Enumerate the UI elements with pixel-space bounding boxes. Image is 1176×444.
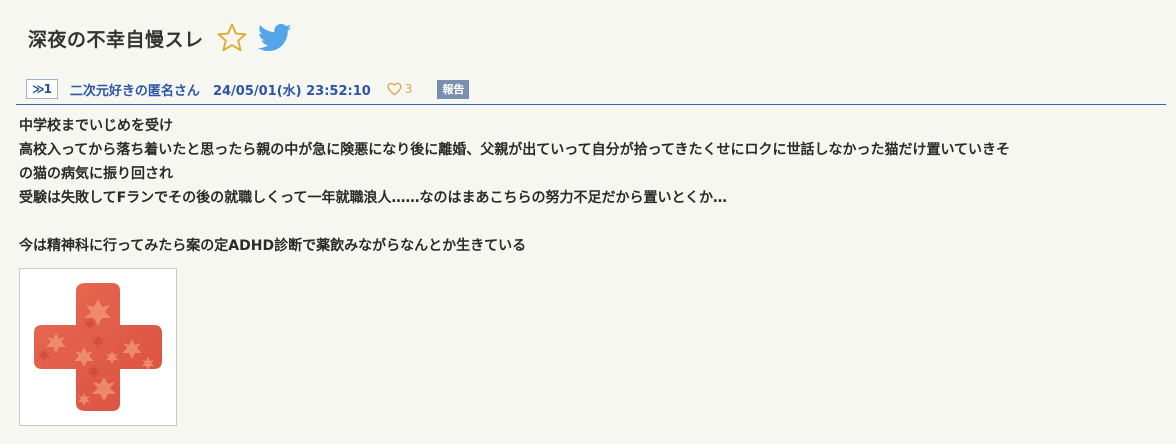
post-line: 高校入ってから落ち着いたと思ったら親の中が急に険悪になり後に離婚、父親が出ていっ… <box>19 142 1011 158</box>
star-icon[interactable] <box>216 22 248 54</box>
post-datetime: 24/05/01(水) 23:52:10 <box>212 83 371 99</box>
post-divider <box>16 104 1166 105</box>
post-line: 中学校までいじめを受け <box>19 118 173 134</box>
post-header: ≫ 1 二次元好きの匿名さん 24/05/01(水) 23:52:10 3 報告 <box>26 76 1166 102</box>
post-line: の猫の病気に振り回され <box>19 166 173 182</box>
twitter-icon[interactable] <box>257 23 292 53</box>
red-cross-icon <box>34 283 162 411</box>
post-author[interactable]: 二次元好きの匿名さん <box>70 80 200 99</box>
like-count: 3 <box>404 82 413 96</box>
post-body: 中学校までいじめを受け 高校入ってから落ち着いたと思ったら親の中が急に険悪になり… <box>19 114 1169 258</box>
thread-title: 深夜の不幸自慢スレ <box>28 28 204 51</box>
thread-page: 深夜の不幸自慢スレ ≫ 1 二次元好きの匿名さん 24/05/01(水) 23:… <box>0 0 1176 444</box>
reply-arrows-icon: ≫ <box>32 82 44 96</box>
post-line <box>19 210 1169 234</box>
post-image-thumbnail[interactable] <box>19 268 177 426</box>
post-number: 1 <box>43 82 52 96</box>
post-number-button[interactable]: ≫ 1 <box>26 79 58 99</box>
post-line: 今は精神科に行ってみたら案の定ADHD診断で薬飲みながらなんとか生きている <box>19 238 527 254</box>
like-button[interactable]: 3 <box>387 82 413 96</box>
title-row: 深夜の不幸自慢スレ <box>28 18 292 58</box>
heart-icon <box>387 82 402 96</box>
report-button[interactable]: 報告 <box>437 79 470 99</box>
post-line: 受験は失敗してFランでその後の就職しくって一年就職浪人……なのはまあこちらの努力… <box>19 190 728 206</box>
